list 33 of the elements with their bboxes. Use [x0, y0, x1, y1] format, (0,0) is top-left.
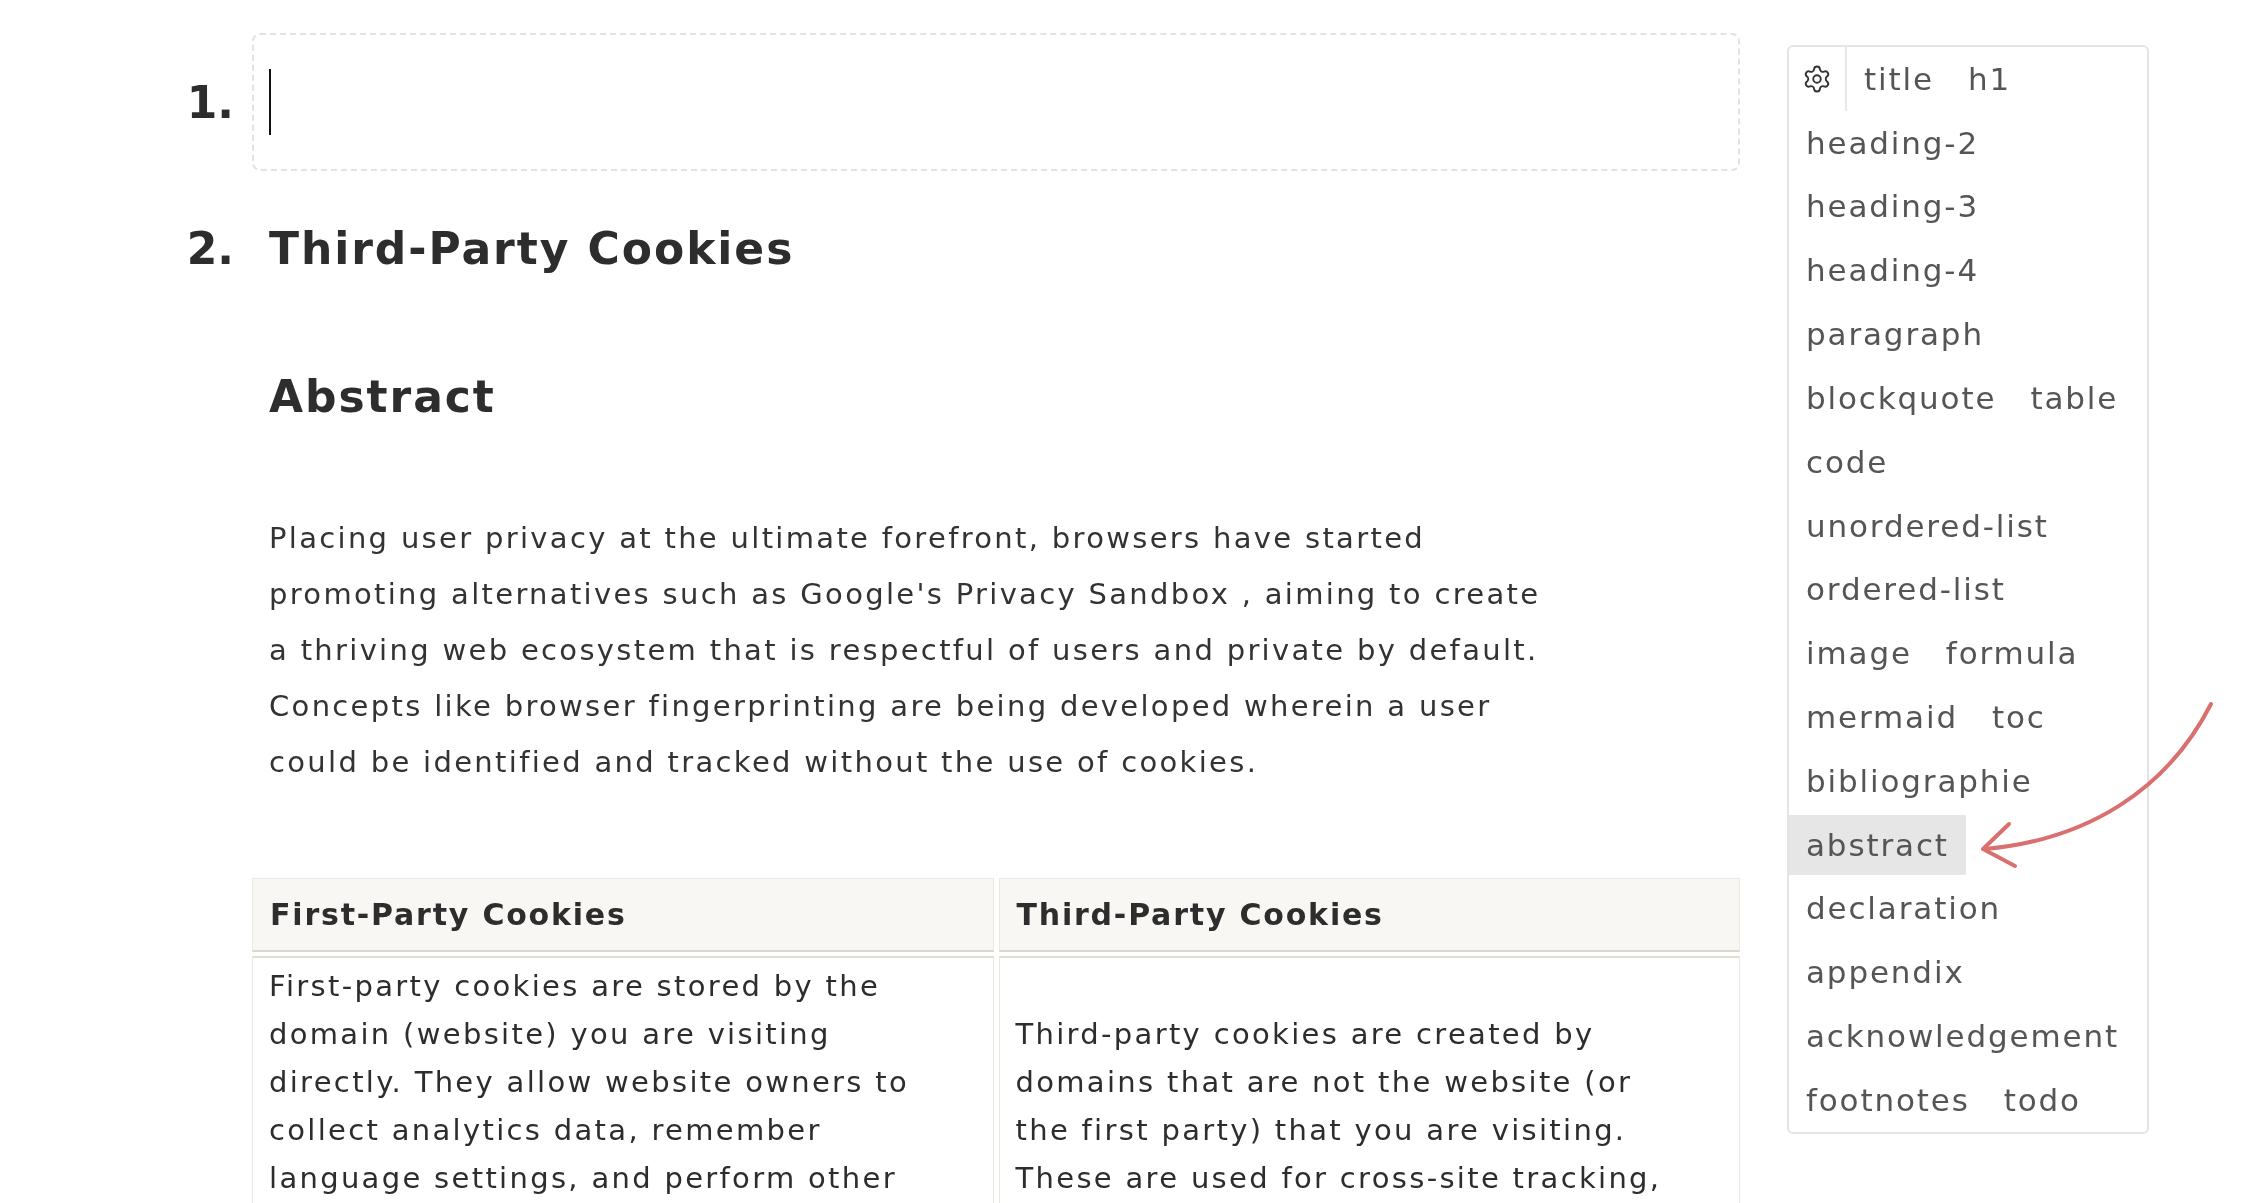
menu-item[interactable]: title — [1847, 49, 1951, 109]
menu-item[interactable]: paragraph — [1789, 304, 2001, 365]
menu-item[interactable]: footnotes — [1789, 1070, 1987, 1131]
settings-icon — [1802, 64, 1832, 94]
list-number: 2. — [185, 222, 234, 275]
menu-item[interactable]: todo — [1986, 1070, 2098, 1131]
column-header: Third-Party Cookies — [998, 878, 1740, 952]
menu-item[interactable]: heading-2 — [1789, 112, 1996, 173]
menu-item[interactable]: mermaid — [1789, 687, 1975, 748]
menu-item[interactable]: appendix — [1789, 942, 1982, 1003]
menu-item[interactable]: code — [1789, 431, 1906, 492]
menu-item[interactable]: unordered-list — [1789, 495, 2066, 556]
menu-item[interactable]: table — [2013, 368, 2136, 429]
menu-item[interactable]: h1 — [1950, 49, 2028, 109]
menu-item[interactable]: image — [1789, 623, 1929, 684]
menu-item[interactable]: declaration — [1789, 878, 2018, 939]
column-header: First-Party Cookies — [252, 878, 994, 952]
menu-item[interactable]: abstract — [1789, 814, 1966, 875]
section-heading: Third-Party Cookies — [269, 222, 796, 275]
menu-item[interactable]: formula — [1928, 623, 2096, 684]
menu-item[interactable]: toc — [1975, 687, 2063, 748]
menu-item[interactable]: ordered-list — [1789, 559, 2023, 620]
menu-item[interactable]: heading-3 — [1789, 176, 1996, 237]
table-cell: First-party cookies are stored by the domain (website) you are visiting directly. They allow website owners to collect analytics data, remember language settings, and perform other — [252, 956, 994, 1203]
menu-item[interactable]: bibliographie — [1789, 751, 2050, 812]
empty-block-field[interactable] — [252, 33, 1740, 171]
list-number: 1. — [185, 75, 234, 129]
abstract-heading: Abstract — [268, 370, 497, 423]
abstract-paragraph: Placing user privacy at the ultimate forefront, browsers have started promoting alternatives such as Google's Privacy Sandbox , aiming to create a thriving web ecosystem that is respectful of users and private by default. Concepts like browser fingerprinting are being developed wherein a user could be identified and tracked without the use of cookies. — [269, 520, 1542, 781]
menu-item[interactable]: acknowledgement — [1789, 1006, 2137, 1067]
menu-item[interactable]: heading-4 — [1789, 240, 1996, 301]
table-cell: Third-party cookies are created by domains that are not the website (or the first party) that you are visiting. These are used for cross-site tracking, — [998, 956, 1740, 1203]
menu-item[interactable]: blockquote — [1789, 368, 2014, 429]
